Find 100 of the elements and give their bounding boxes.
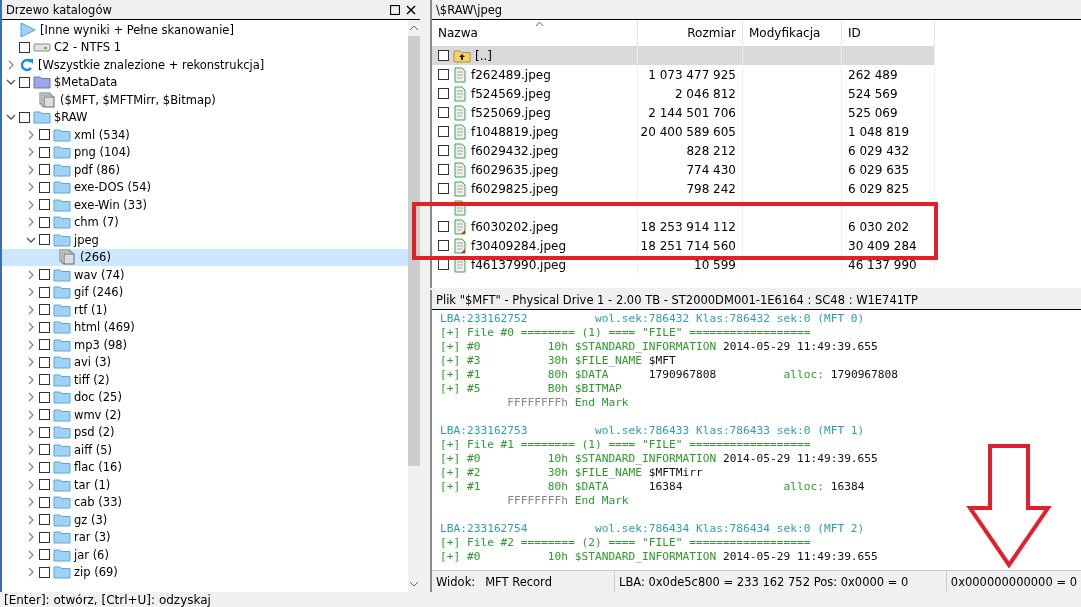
file-row[interactable]: f30409284.jpeg 18 251 714 560 30 409 284 xyxy=(432,236,935,255)
path-label: \$RAW\jpeg xyxy=(436,2,504,17)
checkbox[interactable] xyxy=(438,69,449,80)
checkbox[interactable] xyxy=(39,286,50,298)
checkbox[interactable] xyxy=(39,146,50,158)
tree-item[interactable]: rtf (1) xyxy=(2,301,408,319)
tree-item[interactable]: $MetaData xyxy=(2,73,408,91)
checkbox[interactable] xyxy=(438,259,449,270)
checkbox[interactable] xyxy=(39,461,50,473)
checkbox[interactable] xyxy=(438,164,449,175)
checkbox[interactable] xyxy=(39,234,50,246)
checkbox[interactable] xyxy=(39,164,50,176)
tree-item[interactable]: exe-Win (33) xyxy=(2,196,408,214)
tree-item[interactable]: (266) xyxy=(2,248,408,266)
tree-item[interactable]: [Wszystkie znalezione + rekonstrukcja] xyxy=(2,56,408,74)
folder-icon xyxy=(53,127,71,142)
checkbox[interactable] xyxy=(438,50,449,61)
tree-item[interactable]: cab (33) xyxy=(2,493,408,511)
tree-label: png (104) xyxy=(74,145,131,160)
tree-item[interactable]: flac (16) xyxy=(2,458,408,476)
tree-item[interactable]: mp3 (98) xyxy=(2,336,408,354)
file-row[interactable]: f524569.jpeg 2 046 812 524 569 xyxy=(432,84,935,103)
scroll-up-icon[interactable] xyxy=(409,24,419,32)
checkbox[interactable] xyxy=(39,216,50,228)
tree-item[interactable]: ($MFT, $MFTMirr, $Bitmap) xyxy=(2,91,408,109)
checkbox[interactable] xyxy=(39,409,50,421)
tree-label: jpeg xyxy=(74,232,99,247)
tree-item[interactable]: gif (246) xyxy=(2,283,408,301)
tree-item[interactable]: rar (3) xyxy=(2,528,408,546)
tree-item[interactable]: wav (74) xyxy=(2,266,408,284)
record-line: [+] #2 30h $FILE_NAME $MFTMirr xyxy=(440,466,704,480)
record-line: LBA:233162752 wol.sek:786432 Klas:786432 sek:0 (MFT 0) xyxy=(440,312,866,326)
tree-item[interactable]: psd (2) xyxy=(2,423,408,441)
tree-item[interactable]: chm (7) xyxy=(2,213,408,231)
checkbox[interactable] xyxy=(438,88,449,99)
tree-item[interactable]: jpeg xyxy=(2,231,408,249)
checkbox[interactable] xyxy=(438,145,449,156)
scrollbar[interactable] xyxy=(408,20,420,592)
tree-item[interactable]: png (104) xyxy=(2,143,408,161)
tree-item[interactable]: C2 - NTFS 1 xyxy=(2,38,408,56)
chevron-right-icon[interactable] xyxy=(6,59,16,70)
checkbox[interactable] xyxy=(39,321,50,333)
close-icon[interactable] xyxy=(406,4,416,15)
checkbox[interactable] xyxy=(39,479,50,491)
tree-item[interactable]: wmv (2) xyxy=(2,406,408,424)
checkbox[interactable] xyxy=(438,183,449,194)
checkbox[interactable] xyxy=(39,356,50,368)
checkbox[interactable] xyxy=(39,269,50,281)
tree-item[interactable]: tiff (2) xyxy=(2,371,408,389)
tree-label: exe-Win (33) xyxy=(74,197,147,212)
folder-icon xyxy=(53,337,71,352)
checkbox[interactable] xyxy=(39,391,50,403)
file-row[interactable]: f6029635.jpeg 774 430 6 029 635 xyxy=(432,160,935,179)
checkbox[interactable] xyxy=(39,566,50,578)
file-row[interactable]: f6029432.jpeg 828 212 6 029 432 xyxy=(432,141,935,160)
file-row[interactable]: f1048819.jpeg 20 400 589 605 1 048 819 xyxy=(432,122,935,141)
tree-item[interactable]: xml (534) xyxy=(2,126,408,144)
image-file-icon xyxy=(453,180,467,197)
tree-item[interactable]: $RAW xyxy=(2,108,408,126)
scroll-down-icon[interactable] xyxy=(409,580,419,588)
checkbox[interactable] xyxy=(39,181,50,193)
tree-item[interactable]: jar (6) xyxy=(2,546,408,564)
checkbox[interactable] xyxy=(39,199,50,211)
tree-item[interactable]: gz (3) xyxy=(2,511,408,529)
folder-up-icon[interactable] xyxy=(453,48,471,63)
checkbox[interactable] xyxy=(19,76,30,88)
checkbox[interactable] xyxy=(39,514,50,526)
folder-icon xyxy=(53,372,71,387)
checkbox[interactable] xyxy=(39,374,50,386)
checkbox[interactable] xyxy=(39,339,50,351)
maximize-icon[interactable] xyxy=(390,4,400,15)
file-row[interactable]: f262489.jpeg 1 073 477 925 262 489 xyxy=(432,65,935,84)
tree-item[interactable]: doc (25) xyxy=(2,388,408,406)
checkbox[interactable] xyxy=(438,240,449,251)
tree-item[interactable]: aiff (5) xyxy=(2,441,408,459)
tree-item[interactable]: avi (3) xyxy=(2,353,408,371)
checkbox[interactable] xyxy=(438,107,449,118)
checkbox[interactable] xyxy=(438,221,449,232)
checkbox[interactable] xyxy=(39,496,50,508)
checkbox[interactable] xyxy=(19,41,30,53)
tree-item[interactable]: exe-DOS (54) xyxy=(2,178,408,196)
tree-item[interactable]: html (469) xyxy=(2,318,408,336)
scroll-thumb[interactable] xyxy=(408,36,420,466)
checkbox[interactable] xyxy=(438,126,449,137)
checkbox[interactable] xyxy=(39,531,50,543)
checkbox[interactable] xyxy=(39,129,50,141)
checkbox[interactable] xyxy=(39,304,50,316)
checkbox[interactable] xyxy=(39,426,50,438)
file-row[interactable]: f46137990.jpeg 10 599 46 137 990 xyxy=(432,255,935,274)
checkbox[interactable] xyxy=(39,444,50,456)
file-row[interactable]: f6030202.jpeg 18 253 914 112 6 030 202 xyxy=(432,217,935,236)
tree-item[interactable]: zip (69) xyxy=(2,563,408,581)
checkbox[interactable] xyxy=(39,549,50,561)
checkbox[interactable] xyxy=(19,111,30,123)
tree-item[interactable]: [Inne wyniki + Pełne skanowanie] xyxy=(2,21,408,39)
tree-item[interactable]: tar (1) xyxy=(2,476,408,494)
file-row[interactable]: f525069.jpeg 2 144 501 706 525 069 xyxy=(432,103,935,122)
file-row[interactable]: f6029825.jpeg 798 242 6 029 825 xyxy=(432,179,935,198)
tree-item[interactable]: pdf (86) xyxy=(2,161,408,179)
file-row[interactable]: [..] xyxy=(432,46,935,65)
